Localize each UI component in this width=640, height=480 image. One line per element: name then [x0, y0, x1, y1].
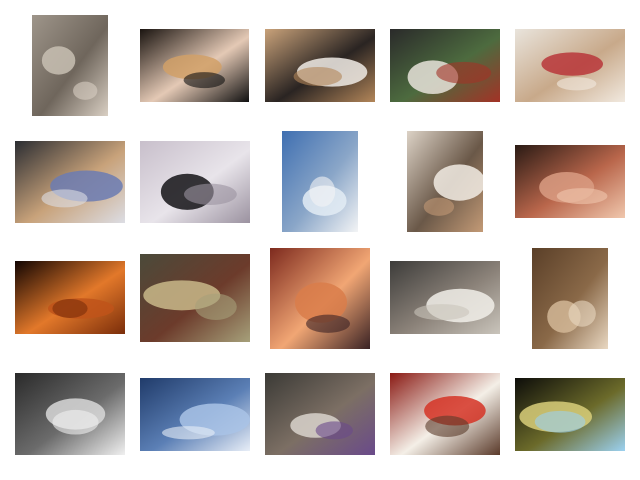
feet-on-bed-in-room-photo: [270, 248, 370, 349]
teddy-bear-and-feet-photo: [140, 254, 250, 342]
thumbnail-cat-on-hospital-bed[interactable]: [265, 373, 375, 455]
teddy-bear-on-striped-bed-photo: [15, 141, 125, 223]
thumbnail-teddy-bear-on-striped-bed[interactable]: [15, 141, 125, 223]
orange-teddy-bear-photo: [15, 261, 125, 334]
towel-swans-on-red-bed-photo: [390, 373, 500, 455]
cat-on-patterned-quilt-photo: [390, 29, 500, 102]
thumbnail-teddy-bear-on-sheets[interactable]: [532, 248, 608, 349]
thumbnail-cat-on-yellow-sheets[interactable]: [515, 378, 625, 451]
thumbnail-child-sleeping[interactable]: [515, 145, 625, 218]
thumbnail-cat-on-bed[interactable]: [265, 29, 375, 102]
cat-on-hospital-bed-photo: [265, 373, 375, 455]
teddy-bear-on-sheets-photo: [532, 248, 608, 349]
cat-on-hotel-bed-photo: [407, 131, 483, 232]
blanket-closeup-photo: [32, 15, 108, 116]
thumbnail-black-cat-on-sheets[interactable]: [140, 141, 250, 223]
cat-on-yellow-sheets-photo: [515, 378, 625, 451]
photo-grid: [0, 0, 640, 480]
thumbnail-cat-on-blue-bed[interactable]: [140, 378, 250, 451]
thumbnail-snowy-sky-landscape[interactable]: [282, 131, 358, 232]
child-sleeping-photo: [515, 145, 625, 218]
bedroom-monochrome-photo: [15, 373, 125, 455]
thumbnail-blanket-closeup[interactable]: [32, 15, 108, 116]
thumbnail-feet-on-bed-in-room[interactable]: [270, 248, 370, 349]
thumbnail-bedroom-monochrome[interactable]: [15, 373, 125, 455]
thumbnail-cat-on-red-pillows[interactable]: [515, 29, 625, 102]
thumbnail-cat-on-patterned-quilt[interactable]: [390, 29, 500, 102]
thumbnail-towel-swans-on-red-bed[interactable]: [390, 373, 500, 455]
black-cat-on-sheets-photo: [140, 141, 250, 223]
thumbnail-cat-in-chair[interactable]: [390, 261, 500, 334]
cat-on-blue-bed-photo: [140, 378, 250, 451]
thumbnail-teddy-bear-and-feet[interactable]: [140, 254, 250, 342]
thumbnail-orange-teddy-bear[interactable]: [15, 261, 125, 334]
snowy-sky-landscape-photo: [282, 131, 358, 232]
cat-on-red-pillows-photo: [515, 29, 625, 102]
cat-on-bed-photo: [265, 29, 375, 102]
thumbnail-cat-on-hotel-bed[interactable]: [407, 131, 483, 232]
cat-in-chair-photo: [390, 261, 500, 334]
thumbnail-legs-on-floor[interactable]: [140, 29, 249, 102]
legs-on-floor-photo: [140, 29, 249, 102]
